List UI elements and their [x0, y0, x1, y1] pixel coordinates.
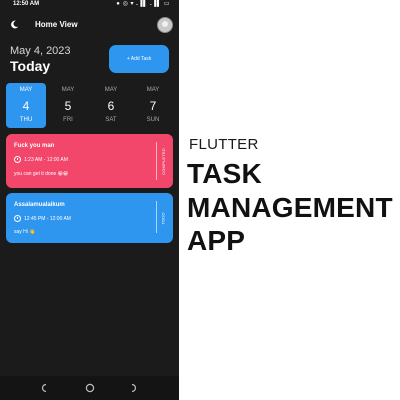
clock-icon: [14, 215, 21, 222]
add-task-button[interactable]: + Add Task: [109, 45, 169, 73]
task-time-row: 1:23 AM - 12:00 AM: [14, 156, 68, 163]
task-status: TODO: [158, 193, 168, 243]
promo-title-line-2: MANAGEMENT: [187, 192, 393, 223]
task-title: Assalamualaikum: [14, 202, 65, 208]
date-cell-fri[interactable]: MAY 5 FRI: [48, 83, 88, 128]
status-icons: ● ◎ ▾ .▐▌ .▐▌ ▭: [116, 1, 170, 7]
date-day: 4: [22, 99, 30, 113]
task-time: 1:23 AM - 12:00 AM: [24, 156, 68, 163]
date-weekday: SUN: [146, 117, 160, 123]
date-month: MAY: [104, 87, 118, 93]
status-time: 12:50 AM: [13, 1, 40, 7]
back-icon[interactable]: [38, 382, 50, 394]
avatar[interactable]: [157, 17, 173, 33]
date-cell-sun[interactable]: MAY 7 SUN: [133, 83, 173, 128]
app-bar: Home View: [0, 14, 179, 36]
clock-icon: [14, 156, 21, 163]
moon-icon[interactable]: [10, 20, 19, 29]
task-status: COMPLETED: [158, 134, 168, 188]
date-weekday: THU: [19, 117, 33, 123]
date-day: 6: [107, 99, 115, 113]
date-weekday: FRI: [63, 117, 73, 123]
task-status-label: COMPLETED: [160, 147, 166, 175]
date-cell-thu[interactable]: MAY 4 THU: [6, 83, 46, 128]
current-date: May 4, 2023: [10, 45, 71, 57]
task-divider: [156, 142, 157, 180]
task-note: you can get it done 😁😁: [14, 171, 69, 177]
task-time-row: 12:45 PM - 12:00 AM: [14, 215, 71, 222]
date-month: MAY: [146, 87, 160, 93]
task-time: 12:45 PM - 12:00 AM: [24, 215, 71, 222]
home-icon[interactable]: [84, 382, 96, 394]
today-heading: Today: [10, 58, 51, 74]
task-title: Fuck you man: [14, 143, 55, 149]
promo-subtitle: FLUTTER: [189, 136, 259, 153]
phone-screen: 12:50 AM ● ◎ ▾ .▐▌ .▐▌ ▭ Home View May 4…: [0, 0, 179, 400]
date-month: MAY: [61, 87, 75, 93]
task-card[interactable]: Fuck you man 1:23 AM - 12:00 AM you can …: [6, 134, 173, 188]
task-divider: [156, 201, 157, 233]
date-picker-strip: MAY 4 THU MAY 5 FRI MAY 6 SAT MAY 7 SUN: [6, 83, 172, 128]
date-weekday: SAT: [105, 117, 117, 123]
recent-apps-icon[interactable]: [128, 382, 140, 394]
status-bar: 12:50 AM ● ◎ ▾ .▐▌ .▐▌ ▭: [0, 0, 179, 9]
app-title: Home View: [35, 20, 78, 29]
date-day: 5: [64, 99, 72, 113]
date-day: 7: [149, 99, 157, 113]
task-card[interactable]: Assalamualaikum 12:45 PM - 12:00 AM say …: [6, 193, 173, 243]
promo-title-line-1: TASK: [187, 158, 262, 189]
system-nav-bar: [0, 376, 179, 400]
date-month: MAY: [19, 87, 33, 93]
promo-title-line-3: APP: [187, 225, 246, 256]
task-status-label: TODO: [160, 211, 166, 225]
task-note: say Hi 👋: [14, 229, 36, 235]
date-cell-sat[interactable]: MAY 6 SAT: [91, 83, 131, 128]
